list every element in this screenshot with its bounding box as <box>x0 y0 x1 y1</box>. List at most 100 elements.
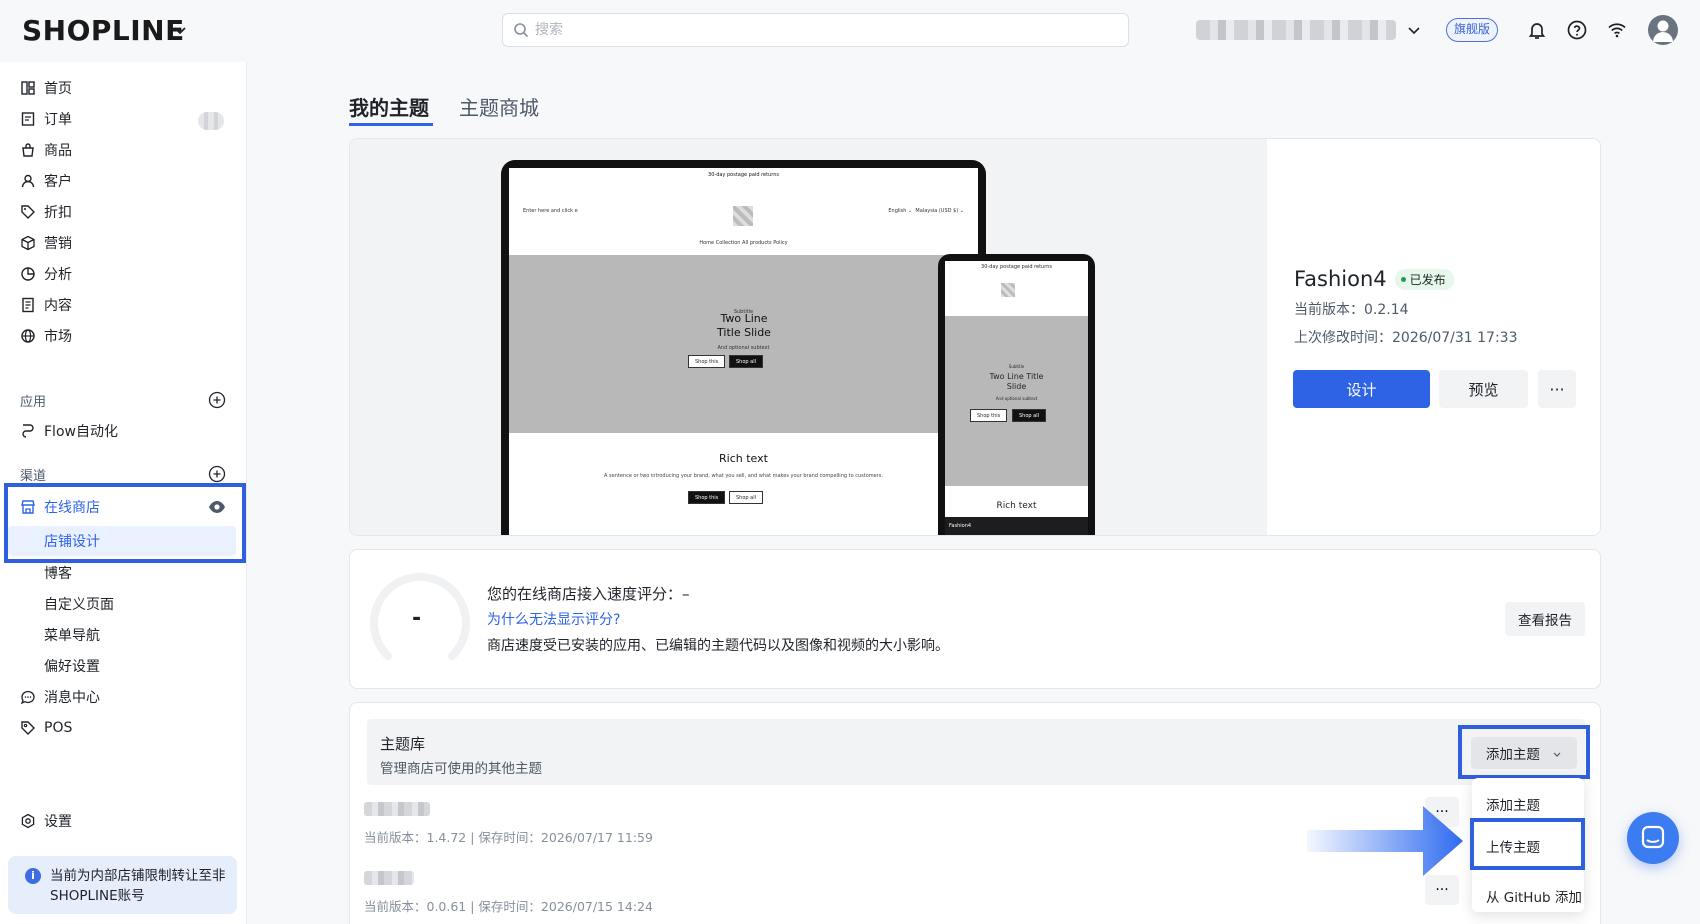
phone-theme-bar: Fashion4 <box>945 517 1088 535</box>
menu-item-add-theme[interactable]: 添加主题 <box>1486 794 1540 814</box>
search-icon <box>514 23 529 38</box>
preview-menu: Home Collection All products Policy <box>699 240 788 246</box>
sidebar-item-message-center[interactable]: 消息中心 <box>20 684 100 710</box>
sidebar-item-label: 客户 <box>44 174 72 190</box>
sidebar-item-label: 首页 <box>44 81 72 97</box>
sidebar-item-blog[interactable]: 博客 <box>44 561 72 585</box>
preview-shop-this-2: Shop this <box>688 491 726 504</box>
support-chat-button[interactable] <box>1627 812 1679 864</box>
top-header: SHOPLINE 旗舰版 <box>0 0 1700 62</box>
sidebar-item-label: 营销 <box>44 236 72 252</box>
sidebar-item-markets[interactable]: 市场 <box>20 323 72 349</box>
library-theme-name-redacted <box>364 802 430 816</box>
sidebar-item-home[interactable]: 首页 <box>20 75 72 101</box>
tab-theme-store[interactable]: 主题商城 <box>459 92 539 121</box>
sidebar-item-label: 博客 <box>44 566 72 582</box>
library-title: 主题库 <box>380 735 426 753</box>
sidebar-item-menu-nav[interactable]: 菜单导航 <box>44 623 100 647</box>
sidebar-item-analytics[interactable]: 分析 <box>20 261 72 287</box>
library-theme-meta: 当前版本：0.0.61 | 保存时间：2026/07/15 14:24 <box>364 899 653 914</box>
sidebar-item-pos[interactable]: POS <box>20 715 72 741</box>
sidebar-item-label: 订单 <box>44 112 72 128</box>
pos-tag-icon <box>21 721 35 735</box>
design-button[interactable]: 设计 <box>1293 370 1430 408</box>
sidebar-item-marketing[interactable]: 营销 <box>20 230 72 256</box>
active-tab-indicator <box>349 123 433 126</box>
sidebar-item-discounts[interactable]: 折扣 <box>20 199 72 225</box>
sidebar-item-store-design[interactable]: 店铺设计 <box>8 526 236 556</box>
sidebar-item-custom-pages[interactable]: 自定义页面 <box>44 592 114 616</box>
phone-shop-all: Shop all <box>1012 409 1047 422</box>
sidebar-item-customers[interactable]: 客户 <box>20 168 72 194</box>
wifi-icon[interactable] <box>1606 19 1628 41</box>
speed-score-card: - 您的在线商店接入速度评分：– 为什么无法显示评分? 商店速度受已安装的应用、… <box>349 549 1601 689</box>
document-icon <box>22 297 34 313</box>
rich-text-title: Rich text <box>719 452 768 465</box>
search-input[interactable] <box>535 20 1095 40</box>
sidebar-item-label: POS <box>44 720 73 736</box>
theme-preview: 30-day postage paid returns Enter here a… <box>350 139 1267 535</box>
add-channel-plus-icon[interactable] <box>208 465 226 483</box>
sidebar-item-label: 折扣 <box>44 205 72 221</box>
phone-hero-title: Two Line Title Slide <box>989 372 1044 391</box>
phone-shop-this: Shop this <box>970 409 1008 422</box>
sidebar-item-label: 市场 <box>44 329 72 345</box>
eye-icon[interactable] <box>208 499 226 515</box>
person-icon <box>21 174 35 188</box>
chevron-down-icon[interactable] <box>172 22 188 38</box>
globe-icon <box>21 329 35 343</box>
preview-shop-all: Shop all <box>729 355 764 368</box>
store-name-redacted[interactable] <box>1196 20 1396 40</box>
preview-locale: English ⌄ Malaysia (USD $) ⌄ <box>888 208 964 214</box>
search-bar[interactable] <box>502 13 1129 47</box>
sidebar-item-products[interactable]: 商品 <box>20 137 72 163</box>
upload-theme-label: 上传主题 <box>1486 840 1540 856</box>
rich-text-desc: A sentence or two introducing your brand… <box>604 473 883 479</box>
chevron-down-icon <box>1553 752 1561 757</box>
bell-icon[interactable] <box>1526 19 1548 41</box>
sidebar-item-label: 在线商店 <box>44 500 100 516</box>
sidebar-item-content[interactable]: 内容 <box>20 292 72 318</box>
preview-search: Enter here and click e <box>523 208 578 214</box>
preview-button[interactable]: 预览 <box>1439 370 1528 408</box>
phone-screen: 30-day postage paid returns Subtitle Two… <box>945 261 1088 535</box>
sidebar-item-preferences[interactable]: 偏好设置 <box>44 654 100 678</box>
add-app-plus-icon[interactable] <box>208 391 226 409</box>
more-options-button[interactable]: ··· <box>1538 370 1576 408</box>
pointer-arrow-icon <box>1307 806 1463 876</box>
add-theme-dropdown-button[interactable]: 添加主题 <box>1471 737 1577 769</box>
notice-text: 当前为内部店铺限制转让至非SHOPLINE账号 <box>50 868 226 904</box>
phone-logo <box>1001 283 1015 297</box>
help-icon[interactable] <box>1566 19 1588 41</box>
library-header: 主题库 管理商店可使用的其他主题 <box>367 719 1585 785</box>
library-subtitle: 管理商店可使用的其他主题 <box>380 761 542 777</box>
sidebar-item-flow[interactable]: Flow自动化 <box>20 418 118 444</box>
sidebar-item-label: 偏好设置 <box>44 659 100 675</box>
menu-item-upload-theme[interactable]: 上传主题 <box>1470 818 1585 870</box>
sidebar-item-label: 内容 <box>44 298 72 314</box>
library-row-more-button[interactable]: ··· <box>1425 875 1459 905</box>
tab-my-themes[interactable]: 我的主题 <box>349 92 429 121</box>
preview-hero: Subtitle Two Line Title Slide And option… <box>509 255 978 433</box>
hero-title: Two Line Title Slide <box>717 312 771 339</box>
sidebar-item-settings[interactable]: 设置 <box>20 808 72 834</box>
status-dot-icon <box>1400 276 1406 282</box>
flow-icon <box>22 424 34 438</box>
plan-badge: 旗舰版 <box>1446 18 1499 42</box>
menu-item-github[interactable]: 从 GitHub 添加 <box>1486 886 1582 906</box>
info-icon: i <box>25 868 41 884</box>
shopline-logo[interactable]: SHOPLINE <box>22 14 185 47</box>
order-count-badge <box>198 112 224 130</box>
why-no-score-link[interactable]: 为什么无法显示评分? <box>487 609 620 629</box>
sidebar-item-online-store[interactable]: 在线商店 <box>20 494 100 520</box>
hero-subtext: And optional subtext <box>717 345 770 351</box>
chat-bubble-icon <box>20 690 35 705</box>
sidebar-item-label: 商品 <box>44 143 72 159</box>
view-report-button[interactable]: 查看报告 <box>1505 602 1585 636</box>
sidebar-item-orders[interactable]: 订单 <box>20 106 72 132</box>
user-avatar-icon[interactable] <box>1648 15 1678 45</box>
chevron-down-icon[interactable] <box>1406 22 1422 38</box>
chat-icon <box>1641 825 1665 849</box>
pie-chart-icon <box>21 267 35 281</box>
gear-icon <box>21 813 35 829</box>
